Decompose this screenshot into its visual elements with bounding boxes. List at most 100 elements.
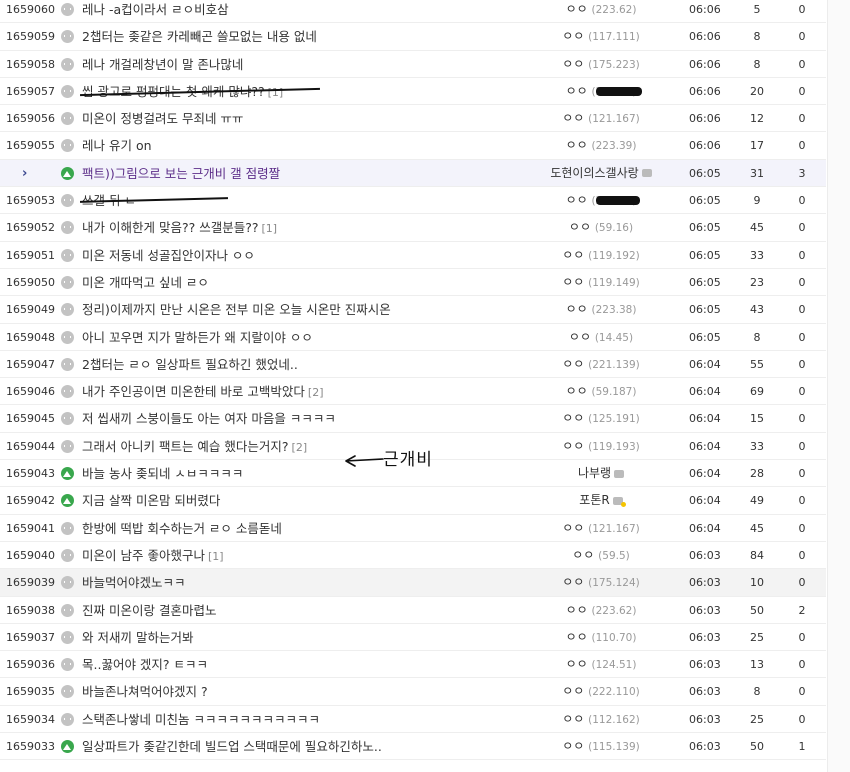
post-title-link[interactable]: 스택존나쌓네 미친놈 ㅋㅋㅋㅋㅋㅋㅋㅋㅋㅋㅋ: [82, 706, 320, 733]
post-row[interactable]: 1659048 아니 꼬우면 지가 말하든가 왜 지랄이야 ㅇㅇ ㅇㅇ (14.45…: [0, 324, 826, 351]
post-title-link[interactable]: 미온이 남주 좋아했구나 [1]: [82, 542, 224, 570]
post-title-link[interactable]: 레나 유기 on: [82, 132, 152, 159]
post-row[interactable]: 1659042 지금 살짝 미온맘 되버렸다 포톤R 06:04 49 0: [0, 487, 826, 515]
post-writer[interactable]: ㅇㅇ (119.193): [536, 433, 666, 461]
post-writer[interactable]: ㅇㅇ (14.45): [536, 324, 666, 352]
post-writer[interactable]: ㅇㅇ (221.139): [536, 351, 666, 379]
post-row[interactable]: 1659035 바늘존나쳐먹어야겠지 ? ㅇㅇ (222.110) 06:03 8 0: [0, 678, 826, 706]
comment-count[interactable]: [2]: [308, 386, 324, 399]
post-row[interactable]: 1659057씹 광고로 펑펑대는 첫 왜케 많냐??[1]ㅇㅇ (223.38…: [0, 78, 826, 106]
post-title-link[interactable]: 아니 꼬우면 지가 말하든가 왜 지랄이야 ㅇㅇ: [82, 324, 313, 351]
post-row[interactable]: 1659052 내가 이해한게 맞음?? 쓰갤분들?? [1] ㅇㅇ (59.16) 0…: [0, 214, 826, 242]
comment-count[interactable]: [1]: [268, 86, 284, 99]
post-row[interactable]: 1659060 레나 -a컵이라서 ㄹㅇ비호삼 ㅇㅇ (223.62) 06:06 5 0: [0, 0, 826, 24]
post-title-link[interactable]: 바늘 농사 좆되네 ㅅㅂㅋㅋㅋㅋ: [82, 460, 243, 487]
writer-ip: (125.191): [588, 413, 640, 426]
post-row[interactable]: 1659059 2챕터는 좆같은 카레빼곤 쓸모없는 내용 없네 ㅇㅇ (117.1…: [0, 23, 826, 51]
post-title-link[interactable]: 내가 주인공이면 미온한테 바로 고백박았다 [2]: [82, 378, 324, 406]
post-title-link[interactable]: 바늘먹어야겠노ㅋㅋ: [82, 569, 186, 596]
post-row[interactable]: 1659037 와 저새끼 말하는거봐 ㅇㅇ (110.70) 06:03 25 0: [0, 624, 826, 652]
post-row[interactable]: 1659053쓰갤 뒤 ㄴㅇㅇ (223.38)06:0590: [0, 187, 826, 215]
post-title-link[interactable]: 한방에 떡밥 회수하는거 ㄹㅇ 소름돋네: [82, 515, 282, 542]
post-row[interactable]: 1659036 목..꿇어야 겠지? ㅌㅋㅋ ㅇㅇ (124.51) 06:03 13 0: [0, 651, 826, 679]
comment-count[interactable]: [1]: [261, 222, 277, 235]
post-writer[interactable]: 나부랭: [536, 460, 666, 487]
post-row[interactable]: 1659040 미온이 남주 좋아했구나 [1] ㅇㅇ (59.5) 06:03 84 0: [0, 542, 826, 570]
post-writer[interactable]: ㅇㅇ (59.16): [536, 214, 666, 242]
post-writer[interactable]: ㅇㅇ (121.167): [536, 105, 666, 133]
post-title-link[interactable]: 일상파트가 좆같긴한데 빌드업 스택때문에 필요하긴하노..: [82, 733, 382, 760]
post-writer[interactable]: 포톤R: [536, 487, 666, 514]
post-title-link[interactable]: 목..꿇어야 겠지? ㅌㅋㅋ: [82, 651, 208, 678]
post-number: 1659056: [6, 112, 55, 126]
post-title-link[interactable]: 진짜 미온이랑 결혼마렵노: [82, 597, 216, 624]
post-number: 1659046: [6, 385, 55, 399]
post-title-link[interactable]: 바늘존나쳐먹어야겠지 ?: [82, 678, 208, 705]
post-writer[interactable]: 도현이의스갤사랑: [536, 160, 666, 187]
post-row[interactable]: 1659051 미온 저동네 성골집안이자나 ㅇㅇ ㅇㅇ (119.192) 06:0…: [0, 242, 826, 269]
post-title-link[interactable]: 그래서 아니키 팩트는 예습 했다는거지? [2]: [82, 433, 307, 461]
post-title-link[interactable]: 미온 개따먹고 싶네 ㄹㅇ: [82, 269, 209, 296]
post-writer[interactable]: ㅇㅇ (119.192): [536, 242, 666, 270]
post-title-link[interactable]: 2챕터는 ㄹㅇ 일상파트 필요하긴 했었네..: [82, 351, 298, 378]
post-title-text: 진짜 미온이랑 결혼마렵노: [82, 602, 217, 618]
post-title-link[interactable]: 미온이 정병걸려도 무죄네 ㅠㅠ: [82, 105, 243, 132]
post-row[interactable]: 1659056 미온이 정병걸려도 무죄네 ㅠㅠ ㅇㅇ (121.167) 06:06…: [0, 105, 826, 133]
post-writer[interactable]: ㅇㅇ (59.187): [536, 378, 666, 406]
post-title-link[interactable]: 레나 -a컵이라서 ㄹㅇ비호삼: [82, 0, 229, 23]
post-writer[interactable]: ㅇㅇ (121.167): [536, 515, 666, 543]
view-count: 8: [753, 57, 761, 71]
post-title-text: 내가 이해한게 맞음?? 쓰갤분들??: [82, 220, 259, 236]
recommend-count: 0: [798, 658, 806, 672]
post-writer[interactable]: ㅇㅇ (175.223): [536, 51, 666, 79]
writer-nickname: ㅇㅇ: [565, 602, 588, 617]
post-writer[interactable]: ㅇㅇ (115.139): [536, 733, 666, 761]
post-title-link[interactable]: 저 씹새끼 스붕이들도 아는 여자 마음을 ㅋㅋㅋㅋ: [82, 405, 336, 432]
post-title-link[interactable]: 레나 개걸레창년이 말 존나많네: [82, 51, 243, 78]
comment-count[interactable]: [1]: [208, 550, 224, 563]
post-title-link[interactable]: 지금 살짝 미온맘 되버렸다: [82, 487, 220, 514]
scrollbar[interactable]: [827, 0, 850, 772]
post-row[interactable]: 1659047 2챕터는 ㄹㅇ 일상파트 필요하긴 했었네.. ㅇㅇ (221.13…: [0, 351, 826, 379]
post-writer[interactable]: ㅇㅇ (124.51): [536, 651, 666, 679]
post-writer[interactable]: ㅇㅇ (223.62): [536, 597, 666, 625]
writer-nickname: ㅇㅇ: [562, 438, 585, 453]
post-writer[interactable]: ㅇㅇ (110.70): [536, 624, 666, 652]
post-writer[interactable]: ㅇㅇ (223.38): [536, 296, 666, 324]
recommend-count: 0: [798, 357, 806, 371]
post-writer[interactable]: ㅇㅇ (223.39): [536, 132, 666, 160]
post-writer[interactable]: ㅇㅇ (125.191): [536, 405, 666, 433]
post-writer[interactable]: ㅇㅇ (222.110): [536, 678, 666, 706]
post-row[interactable]: 1659045 저 씹새끼 스붕이들도 아는 여자 마음을 ㅋㅋㅋㅋ ㅇㅇ (125…: [0, 405, 826, 433]
post-writer[interactable]: ㅇㅇ (223.62): [536, 0, 666, 24]
post-row[interactable]: 1659055 레나 유기 on ㅇㅇ (223.39) 06:06 17 0: [0, 132, 826, 160]
post-row[interactable]: 1659046 내가 주인공이면 미온한테 바로 고백박았다 [2] ㅇㅇ (59.1…: [0, 378, 826, 406]
text-post-icon: [61, 521, 74, 535]
post-row[interactable]: 1659058 레나 개걸레창년이 말 존나많네 ㅇㅇ (175.223) 06:06…: [0, 51, 826, 78]
post-title-link[interactable]: 정리)이제까지 만난 시온은 전부 미온 오늘 시온만 진짜시온: [82, 296, 391, 323]
expand-arrow-icon[interactable]: ›: [22, 160, 84, 187]
post-row[interactable]: 1659049 정리)이제까지 만난 시온은 전부 미온 오늘 시온만 진짜시온 ㅇ…: [0, 296, 826, 324]
post-writer[interactable]: ㅇㅇ (119.149): [536, 269, 666, 297]
post-writer[interactable]: ㅇㅇ (117.111): [536, 23, 666, 51]
post-writer[interactable]: ㅇㅇ (112.162): [536, 706, 666, 734]
post-row[interactable]: 1659039 바늘먹어야겠노ㅋㅋ ㅇㅇ (175.124) 06:03 10 0: [0, 569, 826, 597]
post-title-link[interactable]: 팩트))그림으로 보는 근개비 갤 점령짤: [82, 160, 280, 187]
post-row[interactable]: 1659034 스택존나쌓네 미친놈 ㅋㅋㅋㅋㅋㅋㅋㅋㅋㅋㅋ ㅇㅇ (112.162…: [0, 706, 826, 734]
post-title-link[interactable]: 미온 저동네 성골집안이자나 ㅇㅇ: [82, 242, 255, 269]
comment-count[interactable]: [2]: [292, 441, 308, 454]
text-post-icon: [61, 112, 74, 126]
post-row[interactable]: 1659033 일상파트가 좆같긴한데 빌드업 스택때문에 필요하긴하노.. ㅇㅇ …: [0, 733, 826, 761]
post-row[interactable]: 1659041 한방에 떡밥 회수하는거 ㄹㅇ 소름돋네 ㅇㅇ (121.167) 0…: [0, 515, 826, 542]
post-title-link[interactable]: 내가 이해한게 맞음?? 쓰갤분들?? [1]: [82, 214, 277, 242]
post-row[interactable]: 1659038 진짜 미온이랑 결혼마렵노 ㅇㅇ (223.62) 06:03 50 2: [0, 597, 826, 624]
post-title-link[interactable]: 와 저새끼 말하는거봐: [82, 624, 193, 651]
post-writer[interactable]: ㅇㅇ (175.124): [536, 569, 666, 597]
post-writer[interactable]: ㅇㅇ (59.5): [536, 542, 666, 570]
view-count: 15: [750, 412, 764, 426]
recommend-count: 0: [798, 57, 806, 71]
post-row[interactable]: 1659050 미온 개따먹고 싶네 ㄹㅇ ㅇㅇ (119.149) 06:05 23 0: [0, 269, 826, 297]
post-row[interactable]: › 팩트))그림으로 보는 근개비 갤 점령짤 도현이의스갤사랑 06:05 31 3: [0, 159, 826, 188]
post-title-link[interactable]: 2챕터는 좆같은 카레빼곤 쓸모없는 내용 없네: [82, 23, 317, 50]
fixed-nick-badge-icon: [612, 496, 626, 507]
